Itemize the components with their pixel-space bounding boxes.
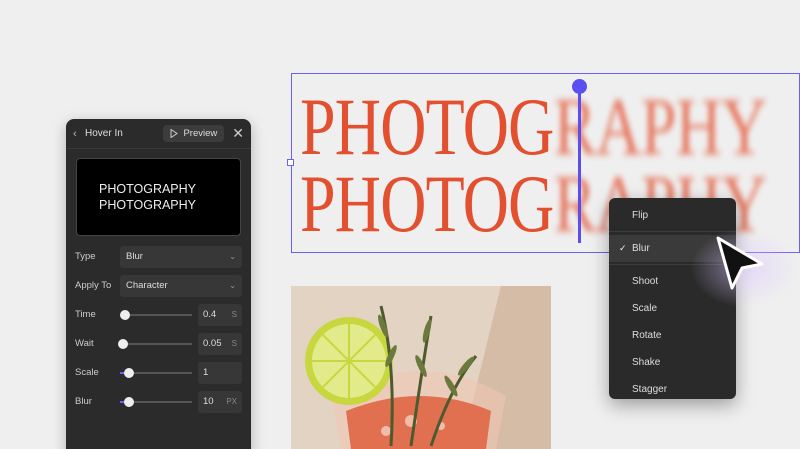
type-select[interactable]: Blur ⌄ — [120, 245, 242, 268]
menu-item-label: Stagger — [632, 384, 668, 395]
slider-knob[interactable] — [118, 338, 128, 349]
menu-item-label: Flip — [632, 210, 649, 221]
check-icon: ✓ — [619, 243, 627, 253]
chevron-down-icon: ⌄ — [229, 281, 236, 290]
type-label: Type — [75, 251, 96, 262]
menu-item-label: Blur — [632, 243, 650, 254]
chevron-left-icon[interactable]: ‹ — [73, 128, 85, 140]
text-cursor-line — [578, 88, 581, 243]
wait-input[interactable]: 0.05 S — [198, 332, 242, 355]
blur-slider[interactable] — [120, 391, 192, 413]
animation-preview: PHOTOGRAPHY PHOTOGRAPHY — [76, 158, 241, 236]
preview-line-2: PHOTOGRAPHY — [99, 198, 197, 212]
menu-item-label: Scale — [632, 303, 658, 314]
scale-label: Scale — [75, 367, 99, 378]
apply-to-row: Apply To Character ⌄ — [66, 271, 251, 300]
time-input[interactable]: 0.4 S — [198, 303, 242, 326]
menu-item-label: Shoot — [632, 276, 659, 287]
menu-item-label: Shake — [632, 357, 661, 368]
resize-handle[interactable] — [287, 159, 294, 166]
mouse-pointer-icon — [716, 236, 764, 290]
preview-label: Preview — [183, 128, 218, 139]
menu-item-flip[interactable]: Flip — [609, 202, 736, 229]
apply-to-label: Apply To — [75, 280, 112, 291]
wait-label: Wait — [75, 338, 94, 349]
blur-row: Blur 10 PX — [66, 387, 251, 416]
blur-label: Blur — [75, 396, 92, 407]
blur-unit: PX — [226, 397, 237, 406]
blur-input[interactable]: 10 PX — [198, 390, 242, 413]
text-cursor-handle[interactable] — [572, 79, 587, 94]
headline-sharp: PHOTOG — [300, 158, 554, 249]
scale-slider[interactable] — [120, 362, 192, 384]
menu-item-stagger[interactable]: Stagger — [609, 376, 736, 403]
cocktail-photo — [291, 286, 551, 449]
slider-knob[interactable] — [124, 396, 134, 407]
time-value: 0.4 — [203, 309, 217, 320]
type-value: Blur — [126, 251, 143, 262]
panel-title: Hover In — [85, 128, 123, 139]
slider-knob[interactable] — [124, 367, 134, 378]
scale-row: Scale 1 — [66, 358, 251, 387]
scale-input[interactable]: 1 — [198, 361, 242, 384]
wait-slider[interactable] — [118, 333, 192, 355]
menu-item-label: Rotate — [632, 330, 662, 341]
apply-to-select[interactable]: Character ⌄ — [120, 274, 242, 297]
animation-panel: ‹ Hover In Preview ✕ PHOTOGRAPHY PHOTOGR… — [66, 119, 251, 449]
type-row: Type Blur ⌄ — [66, 242, 251, 271]
time-row: Time 0.4 S — [66, 300, 251, 329]
menu-item-rotate[interactable]: Rotate — [609, 322, 736, 349]
wait-value: 0.05 — [203, 338, 222, 349]
menu-item-shake[interactable]: Shake — [609, 349, 736, 376]
wait-unit: S — [231, 339, 237, 348]
blur-value: 10 — [203, 396, 214, 407]
preview-button[interactable]: Preview — [163, 125, 225, 142]
scale-value: 1 — [203, 367, 209, 378]
time-label: Time — [75, 309, 96, 320]
close-icon[interactable]: ✕ — [232, 125, 244, 142]
headline-line-1: PHOTOGRAPHY — [300, 86, 767, 168]
preview-line-1: PHOTOGRAPHY — [99, 182, 197, 196]
apply-to-value: Character — [126, 280, 168, 291]
wait-row: Wait 0.05 S — [66, 329, 251, 358]
panel-header: ‹ Hover In Preview ✕ — [66, 119, 251, 149]
time-unit: S — [231, 310, 237, 319]
chevron-down-icon: ⌄ — [229, 252, 236, 261]
time-slider[interactable] — [120, 304, 192, 326]
slider-knob[interactable] — [120, 309, 130, 320]
play-icon — [170, 129, 179, 138]
